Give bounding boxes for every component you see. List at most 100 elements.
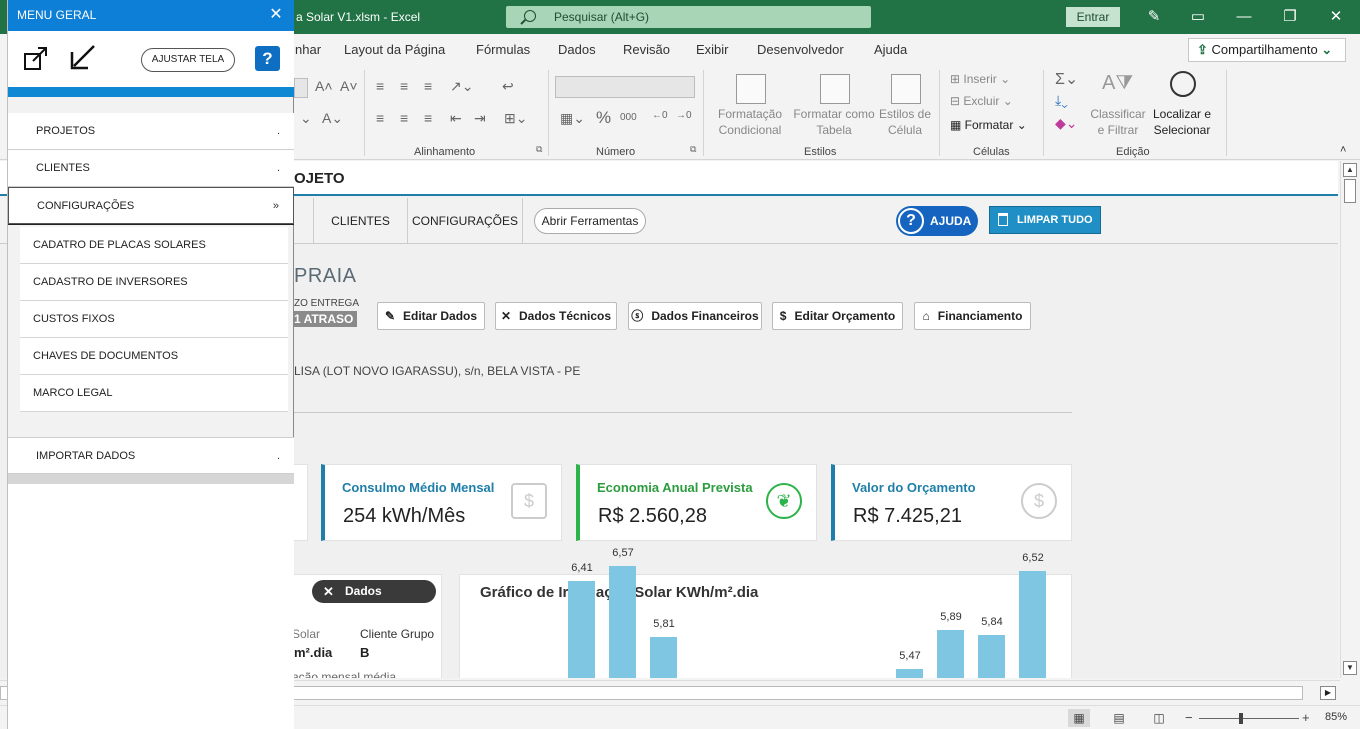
zoom-out-icon[interactable]: − <box>1185 710 1193 725</box>
tab-dados[interactable]: Dados <box>558 42 596 57</box>
delete-button[interactable]: ⊟ Excluir ⌄ <box>950 93 1013 109</box>
scroll-thumb[interactable] <box>1344 179 1356 203</box>
financing-button[interactable]: ⌂ Financiamento <box>914 302 1031 330</box>
submenu-item-inversores[interactable]: CADASTRO DE INVERSORES <box>20 264 288 301</box>
tab-exibir[interactable]: Exibir <box>696 42 729 57</box>
align-center-icon[interactable]: ≡ <box>400 110 408 126</box>
signin-button[interactable]: Entrar <box>1066 7 1120 27</box>
scroll-right-icon[interactable]: ▶ <box>1320 686 1336 700</box>
fill-color-icon[interactable]: ⌄ <box>300 110 312 127</box>
shrink-icon[interactable] <box>68 44 96 72</box>
font-color-icon[interactable]: A⌄ <box>322 110 343 127</box>
close-window-icon[interactable]: ✕ <box>1318 4 1354 30</box>
menu-item-clientes[interactable]: CLIENTES . <box>8 150 294 187</box>
close-icon[interactable]: ✕ <box>267 6 285 24</box>
format-table-icon[interactable] <box>820 74 850 104</box>
help-icon[interactable]: ? <box>255 46 280 71</box>
find-select-icon[interactable] <box>1170 71 1196 97</box>
clear-all-button[interactable]: LIMPAR TUDO <box>989 206 1101 234</box>
merge-icon[interactable]: ⊞⌄ <box>504 110 527 127</box>
financial-data-button[interactable]: ⓢ Dados Financeiros <box>628 302 762 330</box>
open-tools-button[interactable]: Abrir Ferramentas <box>534 208 646 234</box>
orientation-icon[interactable]: ↗⌄ <box>450 78 473 95</box>
edit-budget-button[interactable]: $ Editar Orçamento <box>772 302 903 330</box>
conditional-format-icon[interactable] <box>736 74 766 104</box>
find-select-button[interactable]: Localizar e Selecionar <box>1146 106 1218 138</box>
normal-view-icon[interactable]: ▦ <box>1068 709 1090 727</box>
submenu-item-placas[interactable]: CADATRO DE PLACAS SOLARES <box>20 227 288 264</box>
format-button[interactable]: ▦ Formatar ⌄ <box>950 117 1027 133</box>
search-box[interactable]: Pesquisar (Alt+G) <box>506 6 871 28</box>
number-format-dropdown[interactable] <box>555 76 695 98</box>
align-middle-icon[interactable]: ≡ <box>400 78 408 94</box>
submenu-item-marco-legal[interactable]: MARCO LEGAL <box>20 375 288 412</box>
bank-icon: ⌂ <box>922 309 930 323</box>
expand-icon[interactable] <box>24 46 48 70</box>
ribbon-display-icon[interactable]: ▭ <box>1180 4 1216 30</box>
zoom-level[interactable]: 85% <box>1325 711 1347 723</box>
dialog-launcher-icon[interactable]: ⧉ <box>536 144 542 155</box>
dialog-launcher-icon[interactable]: ⧉ <box>690 144 696 155</box>
sort-filter-button[interactable]: Classificar e Filtrar <box>1088 106 1148 138</box>
align-bottom-icon[interactable]: ≡ <box>424 78 432 94</box>
align-top-icon[interactable]: ≡ <box>376 78 384 94</box>
clear-icon[interactable]: ◆⌄ <box>1055 115 1078 132</box>
submenu-item-custos-fixos[interactable]: CUSTOS FIXOS <box>20 301 288 338</box>
tab-inicio-partial[interactable]: nhar <box>295 42 321 57</box>
wrap-text-icon[interactable]: ↩ <box>502 78 514 95</box>
thousands-icon[interactable]: 000 <box>620 112 637 123</box>
zoom-in-icon[interactable]: + <box>1302 710 1310 725</box>
financial-data-label: Dados Financeiros <box>651 309 759 323</box>
scroll-up-icon[interactable]: ▲ <box>1343 163 1357 177</box>
fill-icon[interactable]: ⤓⌄ <box>1055 92 1068 109</box>
vertical-scrollbar[interactable]: ▲ ▼ <box>1340 161 1358 678</box>
nav-clientes[interactable]: CLIENTES <box>313 198 407 244</box>
menu-item-importar-dados[interactable]: IMPORTAR DADOS . <box>8 437 294 474</box>
technical-data-pill[interactable]: ✕ Dados Técnicos <box>312 580 436 621</box>
format-table-button[interactable]: Formatar como Tabela <box>790 106 878 138</box>
restore-icon[interactable]: ❐ <box>1272 4 1308 30</box>
tab-formulas[interactable]: Fórmulas <box>476 42 530 57</box>
edit-data-button[interactable]: ✎ Editar Dados <box>377 302 485 330</box>
submenu-item-chaves-documentos[interactable]: CHAVES DE DOCUMENTOS <box>20 338 288 375</box>
minimize-icon[interactable]: — <box>1226 4 1262 30</box>
page-layout-view-icon[interactable]: ▤ <box>1108 709 1130 727</box>
insert-button[interactable]: ⊞ Inserir ⌄ <box>950 71 1010 87</box>
nav-configuracoes[interactable]: CONFIGURAÇÕES <box>407 198 523 244</box>
increase-font-icon[interactable]: A˄ <box>315 78 333 94</box>
zoom-slider-knob[interactable] <box>1239 713 1243 724</box>
decrease-font-icon[interactable]: A˅ <box>340 78 358 94</box>
sort-filter-icon[interactable]: A⧩ <box>1102 72 1133 95</box>
conditional-format-button[interactable]: Formatação Condicional <box>710 106 790 138</box>
deadline-badge: 1 ATRASO <box>294 311 357 327</box>
tab-layout[interactable]: Layout da Página <box>344 42 445 57</box>
currency-icon[interactable]: ▦⌄ <box>560 110 585 127</box>
technical-pill-label: Dados Técnicos <box>345 584 398 621</box>
pen-icon[interactable]: ✎ <box>1136 4 1172 30</box>
tab-desenvolvedor[interactable]: Desenvolvedor <box>757 42 844 57</box>
tab-revisao[interactable]: Revisão <box>623 42 670 57</box>
menu-item-projetos[interactable]: PROJETOS . <box>8 113 294 150</box>
autosum-icon[interactable]: Σ⌄ <box>1055 69 1078 89</box>
collapse-ribbon-icon[interactable]: ˄ <box>1340 144 1346 156</box>
zoom-slider[interactable] <box>1199 718 1299 719</box>
scroll-down-icon[interactable]: ▼ <box>1343 661 1357 675</box>
page-break-view-icon[interactable]: ◫ <box>1148 709 1170 727</box>
align-left-icon[interactable]: ≡ <box>376 110 384 126</box>
fit-screen-button[interactable]: AJUSTAR TELA <box>141 48 235 72</box>
decrease-indent-icon[interactable]: ⇤ <box>450 110 462 127</box>
menu-item-configuracoes[interactable]: CONFIGURAÇÕES » <box>8 187 294 224</box>
cell-styles-button[interactable]: Estilos de Célula <box>876 106 934 138</box>
font-size-dropdown[interactable] <box>294 78 308 98</box>
decrease-decimal-icon[interactable]: →0 <box>676 110 692 121</box>
tab-ajuda[interactable]: Ajuda <box>874 42 907 57</box>
cell-styles-icon[interactable] <box>891 74 921 104</box>
help-button[interactable]: ? AJUDA <box>896 206 978 236</box>
increase-decimal-icon[interactable]: ←0 <box>652 110 668 121</box>
format-table-line1: Formatar como <box>793 107 875 121</box>
percent-icon[interactable]: % <box>596 108 611 128</box>
align-right-icon[interactable]: ≡ <box>424 110 432 126</box>
share-button[interactable]: ⇪ Compartilhamento ⌄ <box>1188 38 1346 62</box>
technical-data-button[interactable]: ✕ Dados Técnicos <box>495 302 617 330</box>
increase-indent-icon[interactable]: ⇥ <box>474 110 486 127</box>
